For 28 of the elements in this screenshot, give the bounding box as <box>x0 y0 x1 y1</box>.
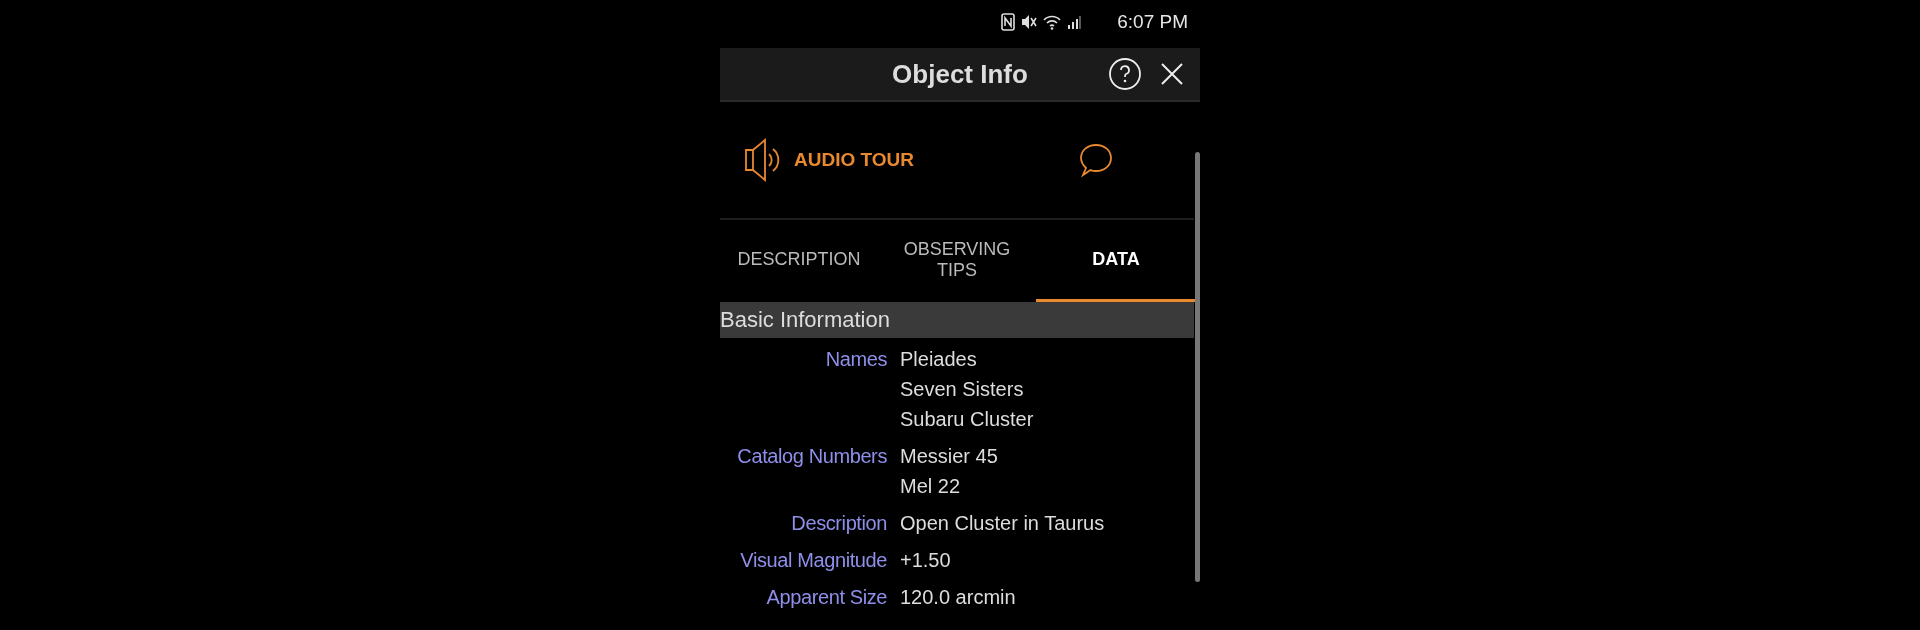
window-title: Object Info <box>892 58 1028 90</box>
field-label: Catalog Numbers <box>736 444 887 469</box>
mute-icon <box>1021 13 1038 31</box>
scrollbar[interactable] <box>1195 152 1200 582</box>
field-value: 120.0 arcmin <box>900 585 1016 610</box>
field-label: Description <box>790 511 887 536</box>
wifi-icon <box>1043 14 1062 30</box>
field-value: Pleiades <box>900 347 978 372</box>
field-value: Mel 22 <box>900 474 962 499</box>
tab[interactable]: OBSERVING TIPS <box>878 220 1036 302</box>
field-value: Messier 45 <box>900 444 998 469</box>
field-label: Visual Magnitude <box>739 548 887 573</box>
speech-bubble-icon[interactable] <box>1078 142 1114 178</box>
speaker-icon <box>744 136 782 184</box>
audio-tour-button[interactable]: AUDIO TOUR <box>744 136 914 184</box>
status-time: 6:07 PM <box>1117 11 1188 33</box>
section-title: Basic Information <box>720 307 890 333</box>
close-icon[interactable] <box>1160 62 1184 86</box>
field-value: Subaru Cluster <box>900 407 1034 432</box>
field-label: Names <box>824 347 887 372</box>
help-icon[interactable] <box>1108 57 1142 91</box>
tab[interactable]: DESCRIPTION <box>720 220 878 302</box>
field-label: Apparent Size <box>765 585 887 610</box>
nfc-icon <box>1001 13 1016 31</box>
field-value: Open Cluster in Taurus <box>900 511 1105 536</box>
field-value: Seven Sisters <box>900 377 1025 402</box>
signal-icon <box>1067 14 1082 30</box>
field-value: +1.50 <box>900 548 951 573</box>
